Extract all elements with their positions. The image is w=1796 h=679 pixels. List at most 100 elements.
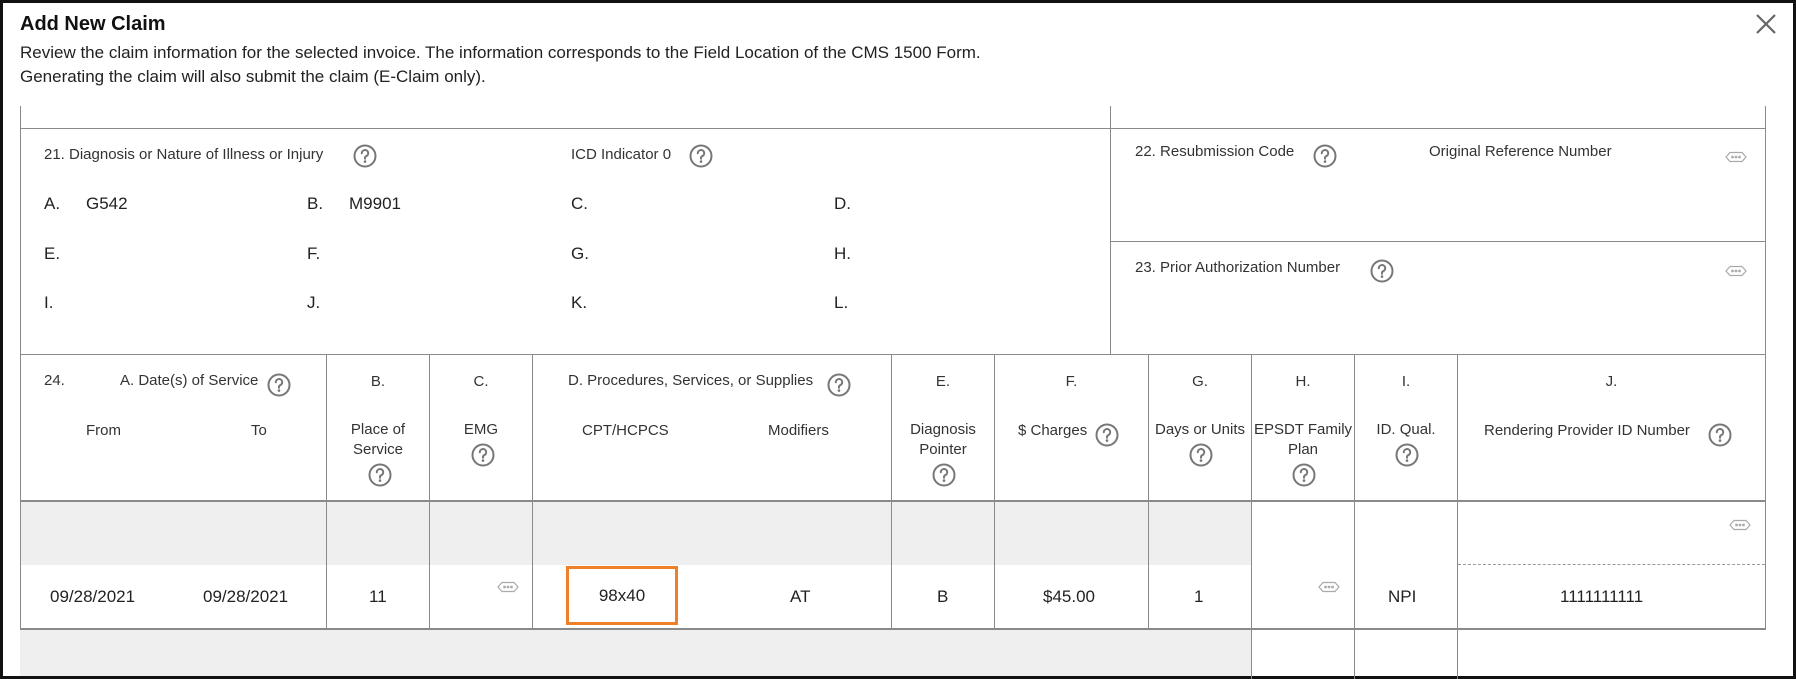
rendering-provider-label: Rendering Provider ID Number [1484, 422, 1690, 439]
id-qual-col: I. [1401, 373, 1411, 390]
diagnosis-code-a[interactable]: G542 [86, 194, 128, 214]
epsdt-more-icon[interactable] [1314, 580, 1344, 594]
diagnosis-letter-c: C. [571, 194, 588, 213]
resubmission-help-icon[interactable] [1313, 144, 1337, 168]
rule [1110, 106, 1111, 354]
rule [1251, 354, 1252, 679]
place-of-service-col: B. [370, 373, 386, 390]
diagnosis-pointer-value[interactable]: B [937, 587, 948, 607]
diagnosis-letter-l: L. [834, 293, 849, 312]
shaded-row-cover-j [1458, 501, 1765, 565]
emg-label: EMG [463, 421, 499, 438]
diagnosis-help-icon[interactable] [353, 144, 377, 168]
charges-value[interactable]: $45.00 [1043, 587, 1095, 607]
rule [1354, 354, 1355, 679]
diagnosis-letter-f: F. [307, 244, 321, 263]
rule [1765, 106, 1766, 628]
box24-number: 24. [44, 372, 65, 389]
modifiers-value[interactable]: AT [790, 587, 810, 607]
icd-indicator-label: ICD Indicator 0 [571, 146, 672, 163]
diagnosis-pointer-col: E. [935, 373, 951, 390]
rule [1457, 354, 1458, 679]
prior-authorization-help-icon[interactable] [1370, 259, 1394, 283]
rule [429, 354, 430, 628]
rule [20, 354, 1766, 355]
shaded-row2-cover-i [1355, 630, 1458, 676]
id-qual-label: ID. Qual. [1376, 421, 1436, 438]
resubmission-more-icon[interactable] [1721, 150, 1751, 164]
close-icon[interactable] [1751, 9, 1781, 39]
rule [891, 354, 892, 628]
rule [532, 354, 533, 628]
rendering-provider-col: J. [1605, 373, 1618, 390]
charges-col: F. [1065, 373, 1078, 390]
provider-id-value[interactable]: 1111111111 [1560, 587, 1643, 607]
diagnosis-pointer-help-icon[interactable] [932, 463, 956, 487]
rule [994, 354, 995, 628]
days-units-label: Days or Units [1154, 421, 1246, 438]
id-qual-value[interactable]: NPI [1388, 587, 1416, 607]
shaded-row2-cover-j [1458, 630, 1765, 676]
dialog-title: Add New Claim [20, 13, 166, 35]
units-value[interactable]: 1 [1194, 587, 1203, 607]
charges-help-icon[interactable] [1095, 423, 1119, 447]
days-units-col: G. [1192, 373, 1208, 390]
diagnosis-letter-h: H. [834, 244, 851, 263]
modifiers-label: Modifiers [768, 422, 829, 439]
icd-help-icon[interactable] [689, 144, 713, 168]
description-line-2: Generating the claim will also submit th… [20, 67, 486, 86]
diagnosis-letter-g: G. [571, 244, 589, 263]
rule [20, 106, 21, 628]
shaded-row-cover-i [1355, 501, 1458, 565]
add-claim-dialog: Add New Claim Review the claim informati… [0, 0, 1796, 679]
shaded-row2-cover-h [1252, 630, 1355, 676]
dates-of-service-label: A. Date(s) of Service [120, 372, 259, 389]
diagnosis-letter-k: K. [571, 293, 588, 312]
place-of-service-help-icon[interactable] [368, 463, 392, 487]
original-reference-label: Original Reference Number [1429, 143, 1612, 160]
place-of-service-label: Place of Service [350, 421, 406, 458]
diagnosis-pointer-label: Diagnosis Pointer [910, 421, 976, 458]
cpt-input[interactable]: 98x40 [566, 566, 678, 625]
epsdt-label: EPSDT Family Plan [1253, 421, 1353, 458]
diagnosis-letter-a: A. [44, 194, 61, 213]
rule [1148, 354, 1149, 628]
diagnosis-letter-b: B. [307, 194, 324, 213]
rule [1110, 241, 1766, 242]
rule [20, 128, 1766, 129]
place-of-service-value[interactable]: 11 [369, 587, 387, 607]
diagnosis-letter-i: I. [44, 293, 54, 312]
service-to-date[interactable]: 09/28/2021 [203, 587, 288, 607]
procedures-help-icon[interactable] [827, 373, 851, 397]
emg-more-icon[interactable] [493, 580, 523, 594]
from-label: From [86, 422, 121, 439]
prior-authorization-more-icon[interactable] [1721, 264, 1751, 278]
shaded-row-cover-h [1252, 501, 1355, 565]
epsdt-col: H. [1295, 373, 1311, 390]
rule [20, 500, 1766, 502]
dashed-rule [1458, 564, 1765, 565]
shaded-row-more-icon[interactable] [1725, 518, 1755, 532]
diagnosis-letter-e: E. [44, 244, 61, 263]
description-line-1: Review the claim information for the sel… [20, 43, 981, 62]
diagnosis-label: 21. Diagnosis or Nature of Illness or In… [44, 146, 324, 163]
emg-col: C. [473, 373, 489, 390]
diagnosis-letter-j: J. [307, 293, 321, 312]
service-from-date[interactable]: 09/28/2021 [50, 587, 135, 607]
resubmission-code-label: 22. Resubmission Code [1135, 143, 1295, 160]
charges-label: $ Charges [1018, 422, 1088, 439]
cpt-hcpcs-label: CPT/HCPCS [582, 422, 669, 439]
days-units-help-icon[interactable] [1189, 443, 1213, 467]
to-label: To [251, 422, 267, 439]
dates-help-icon[interactable] [267, 373, 291, 397]
dialog-description: Review the claim information for the sel… [20, 41, 981, 89]
rule [20, 628, 1766, 630]
epsdt-help-icon[interactable] [1292, 463, 1316, 487]
diagnosis-letter-d: D. [834, 194, 851, 213]
diagnosis-code-b[interactable]: M9901 [349, 194, 401, 214]
rendering-provider-help-icon[interactable] [1708, 423, 1732, 447]
id-qual-help-icon[interactable] [1395, 443, 1419, 467]
rule [326, 354, 327, 628]
emg-help-icon[interactable] [471, 443, 495, 467]
prior-authorization-label: 23. Prior Authorization Number [1135, 259, 1341, 276]
